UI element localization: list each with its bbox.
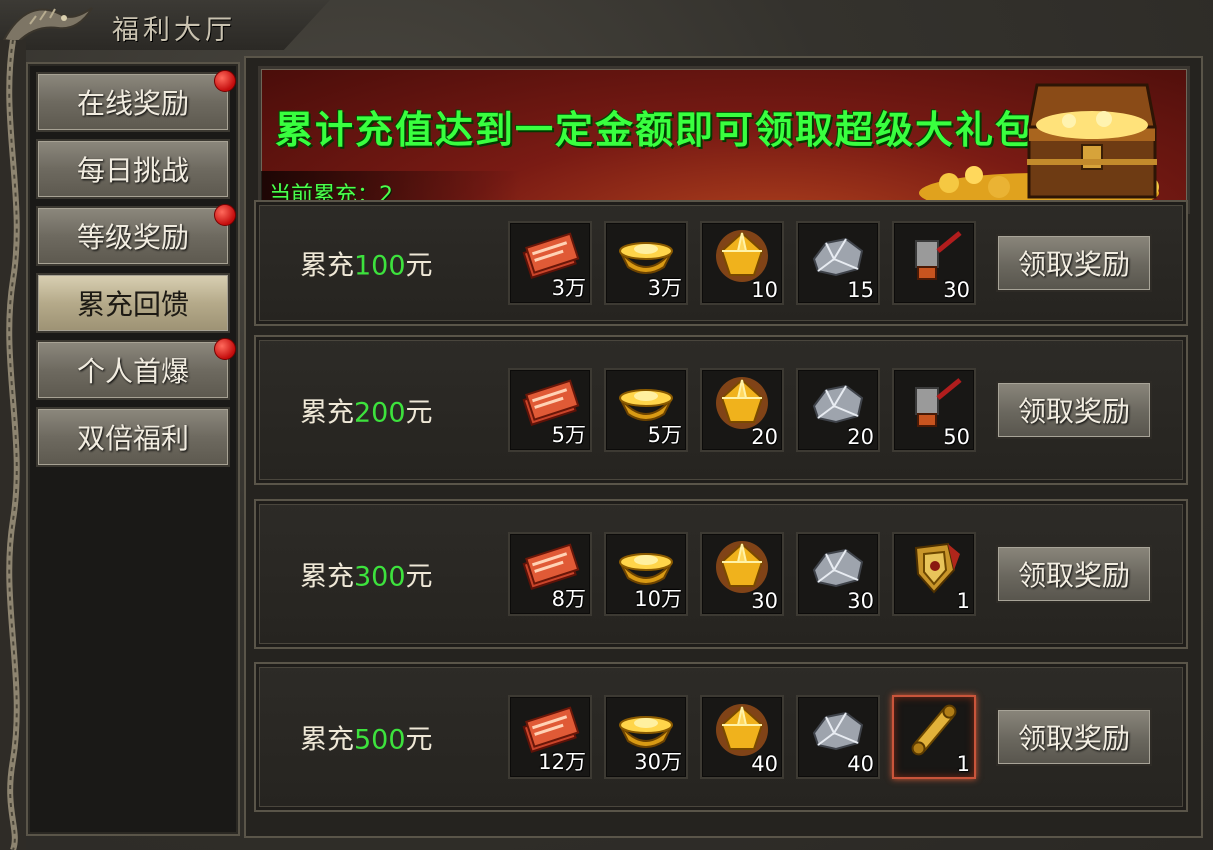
reward-quantity: 10 bbox=[751, 278, 778, 302]
reward-quantity: 30 bbox=[751, 589, 778, 613]
gold-gem-icon bbox=[716, 704, 768, 756]
reward-quantity: 1 bbox=[956, 752, 970, 776]
sidebar-nav: 在线奖励 每日挑战 等级奖励 累充回馈 个人首爆 双倍福利 bbox=[26, 62, 240, 836]
claim-reward-button[interactable]: 领取奖励 bbox=[996, 545, 1152, 603]
reward-quantity: 5万 bbox=[647, 423, 682, 447]
reward-slot[interactable]: 30 bbox=[892, 221, 976, 305]
reward-quantity: 30万 bbox=[634, 750, 682, 774]
reward-quantity: 1 bbox=[956, 589, 970, 613]
sidebar-item-label: 累充回馈 bbox=[76, 288, 189, 321]
reward-slot[interactable]: 5万 bbox=[508, 368, 592, 452]
claim-reward-button[interactable]: 领取奖励 bbox=[996, 381, 1152, 439]
notification-badge bbox=[214, 70, 236, 92]
claim-reward-button[interactable]: 领取奖励 bbox=[996, 708, 1152, 766]
sidebar-item-label: 个人首爆 bbox=[76, 355, 189, 388]
scroll-icon bbox=[911, 704, 957, 756]
promo-banner: 累计充值达到一定金额即可领取超级大礼包 当前累充：2 bbox=[258, 66, 1190, 214]
reward-tier-row: 累充500元 12万 30万 40 40 1 领取奖励 bbox=[254, 662, 1188, 812]
dragon-border-icon bbox=[0, 40, 26, 850]
sidebar-item-daily-challenge[interactable]: 每日挑战 bbox=[36, 139, 230, 199]
tier-label: 累充100元 bbox=[300, 250, 433, 282]
reward-quantity: 20 bbox=[751, 425, 778, 449]
reward-slot[interactable]: 15 bbox=[796, 221, 880, 305]
reward-slot[interactable]: 30万 bbox=[604, 695, 688, 779]
reward-tier-row: 累充200元 5万 5万 20 20 50 领取奖励 bbox=[254, 335, 1188, 485]
reward-quantity: 30 bbox=[943, 278, 970, 302]
tier-label: 累充200元 bbox=[300, 397, 433, 429]
silver-ore-icon bbox=[812, 711, 864, 751]
gold-gem-icon bbox=[716, 541, 768, 593]
reward-quantity: 12万 bbox=[538, 750, 586, 774]
reward-slot[interactable]: 20 bbox=[796, 368, 880, 452]
tier-label: 累充300元 bbox=[300, 561, 433, 593]
reward-quantity: 40 bbox=[847, 752, 874, 776]
hammer-icon bbox=[915, 231, 962, 280]
reward-quantity: 40 bbox=[751, 752, 778, 776]
reward-slot[interactable]: 10万 bbox=[604, 532, 688, 616]
reward-slot[interactable]: 1 bbox=[892, 532, 976, 616]
claim-reward-button[interactable]: 领取奖励 bbox=[996, 234, 1152, 292]
reward-quantity: 20 bbox=[847, 425, 874, 449]
shield-emblem-icon bbox=[914, 542, 960, 594]
sidebar-item-label: 在线奖励 bbox=[76, 87, 189, 120]
notification-badge bbox=[214, 204, 236, 226]
treasure-chest-icon bbox=[919, 83, 1159, 209]
reward-slot[interactable]: 20 bbox=[700, 368, 784, 452]
sidebar-item-level-rewards[interactable]: 等级奖励 bbox=[36, 204, 236, 266]
reward-slot[interactable]: 40 bbox=[796, 695, 880, 779]
reward-slot[interactable]: 3万 bbox=[508, 221, 592, 305]
tier-label: 累充500元 bbox=[300, 724, 433, 756]
reward-quantity: 3万 bbox=[647, 276, 682, 300]
gold-gem-icon bbox=[716, 377, 768, 429]
sidebar-item-label: 等级奖励 bbox=[76, 221, 189, 254]
hammer-icon bbox=[915, 378, 962, 427]
reward-tier-row: 累充100元 3万 3万 10 15 30 领取奖励 bbox=[254, 200, 1188, 326]
sidebar-item-first-drop[interactable]: 个人首爆 bbox=[36, 338, 236, 400]
sidebar-item-recharge-rewards[interactable]: 累充回馈 bbox=[36, 273, 230, 333]
silver-ore-icon bbox=[812, 237, 864, 277]
reward-slot[interactable]: 3万 bbox=[604, 221, 688, 305]
notification-badge bbox=[214, 338, 236, 360]
sidebar-item-label: 双倍福利 bbox=[76, 422, 189, 455]
reward-slot[interactable]: 1 bbox=[892, 695, 976, 779]
reward-quantity: 3万 bbox=[551, 276, 586, 300]
silver-ore-icon bbox=[812, 384, 864, 424]
reward-slot[interactable]: 8万 bbox=[508, 532, 592, 616]
reward-quantity: 5万 bbox=[551, 423, 586, 447]
reward-slot[interactable]: 40 bbox=[700, 695, 784, 779]
silver-ore-icon bbox=[812, 548, 864, 588]
reward-quantity: 15 bbox=[847, 278, 874, 302]
reward-slot[interactable]: 50 bbox=[892, 368, 976, 452]
reward-quantity: 50 bbox=[943, 425, 970, 449]
window-title: 福利大厅 bbox=[112, 15, 236, 46]
reward-slot[interactable]: 30 bbox=[700, 532, 784, 616]
sidebar-item-label: 每日挑战 bbox=[76, 154, 189, 187]
reward-quantity: 10万 bbox=[634, 587, 682, 611]
sidebar-item-double-bonus[interactable]: 双倍福利 bbox=[36, 407, 230, 467]
reward-slot[interactable]: 12万 bbox=[508, 695, 592, 779]
reward-tier-row: 累充300元 8万 10万 30 30 1 领取奖励 bbox=[254, 499, 1188, 649]
reward-slot[interactable]: 30 bbox=[796, 532, 880, 616]
reward-slot[interactable]: 5万 bbox=[604, 368, 688, 452]
sidebar-item-online-rewards[interactable]: 在线奖励 bbox=[36, 70, 236, 132]
reward-quantity: 8万 bbox=[551, 587, 586, 611]
gold-gem-icon bbox=[716, 230, 768, 282]
reward-slot[interactable]: 10 bbox=[700, 221, 784, 305]
reward-quantity: 30 bbox=[847, 589, 874, 613]
